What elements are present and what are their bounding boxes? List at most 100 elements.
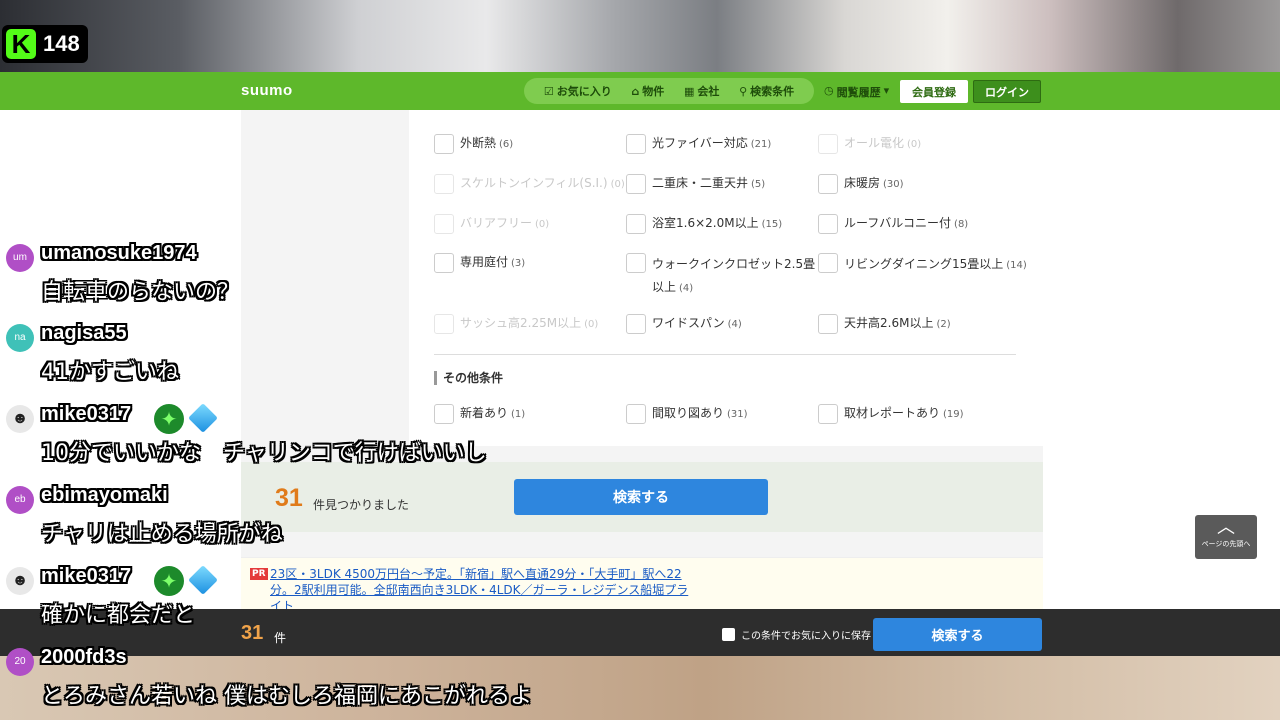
checkbox[interactable] xyxy=(626,214,646,234)
sparkle-badge-icon: ✦ xyxy=(154,404,184,434)
section-divider xyxy=(434,354,1016,355)
register-button[interactable]: 会員登録 xyxy=(900,80,968,103)
checkbox[interactable] xyxy=(818,214,838,234)
pr-badge: PR xyxy=(250,568,268,580)
stream-background-top xyxy=(0,0,1280,74)
save-condition-label: この条件でお気に入りに保存 xyxy=(741,631,871,642)
sparkle-badge-icon: ✦ xyxy=(154,566,184,596)
other-conditions-title: その他条件 xyxy=(434,371,503,385)
feature-checkbox-item[interactable]: 床暖房 (30) xyxy=(818,174,1009,194)
checkbox[interactable] xyxy=(626,134,646,154)
feature-checkbox-item: バリアフリー (0) xyxy=(434,214,625,234)
checkbox[interactable] xyxy=(818,174,838,194)
checkbox[interactable] xyxy=(818,404,838,424)
chat-text: 41かすごいね xyxy=(41,360,179,385)
feature-label: ワイドスパン (4) xyxy=(652,316,742,330)
avatar: ☻ xyxy=(6,405,34,433)
feature-checkbox-item[interactable]: 二重床・二重天井 (5) xyxy=(626,174,817,194)
history-menu[interactable]: ◷ 閲覧履歴 ▾ xyxy=(824,84,889,100)
kick-logo-icon: K xyxy=(6,29,36,59)
avatar: na xyxy=(6,324,34,352)
checkbox[interactable] xyxy=(434,404,454,424)
cube-badge-icon xyxy=(188,403,219,434)
checkbox[interactable] xyxy=(818,253,838,273)
nav-companies[interactable]: ▦ 会社 xyxy=(684,83,719,99)
search-icon: ⚲ xyxy=(739,84,748,98)
feature-checkbox-item[interactable]: リビングダイニング15畳以上 (14) xyxy=(818,253,1034,277)
login-button[interactable]: ログイン xyxy=(973,80,1041,103)
nav-label: お気に入り xyxy=(556,85,612,98)
scroll-to-top-button[interactable]: ︿ ページの先頭へ xyxy=(1195,515,1257,559)
result-bar: 31 件見つかりました 検索する xyxy=(241,462,1043,532)
pr-ad-box: PR 23区・3LDK 4500万円台～予定。「新宿」駅へ直通29分・「大手町」… xyxy=(241,557,1043,617)
chat-text: 確かに都会だと xyxy=(41,603,196,628)
building-icon: ▦ xyxy=(683,84,695,98)
avatar: ☻ xyxy=(6,567,34,595)
feature-checkbox-item[interactable]: ウォークインクロゼット2.5畳以上 (4) xyxy=(626,253,820,300)
chat-username: 2000fd3s xyxy=(41,646,127,668)
bottom-result-count: 31 xyxy=(241,622,264,644)
search-button[interactable]: 検索する xyxy=(514,479,768,515)
checkbox[interactable] xyxy=(626,253,646,273)
feature-label: 二重床・二重天井 (5) xyxy=(652,176,766,190)
viewer-count: 148 xyxy=(43,31,80,56)
checkbox[interactable] xyxy=(626,314,646,334)
chat-text: 自転車のらないの？ xyxy=(41,280,240,305)
feature-label: 取材レポートあり (19) xyxy=(844,406,964,420)
checkbox xyxy=(434,174,454,194)
nav-properties[interactable]: ⌂ 物件 xyxy=(631,83,664,99)
feature-checkbox-item[interactable]: 浴室1.6×2.0M以上 (15) xyxy=(626,214,817,234)
result-count: 31 xyxy=(275,484,303,512)
chat-username: mike0317 xyxy=(41,403,132,425)
checkbox-icon: ☑ xyxy=(543,84,554,98)
feature-checkbox-item[interactable]: 天井高2.6M以上 (2) xyxy=(818,314,1009,334)
pr-ad-link[interactable]: 23区・3LDK 4500万円台～予定。「新宿」駅へ直通29分・「大手町」駅へ2… xyxy=(270,566,690,614)
chevron-up-icon: ︿ xyxy=(1217,517,1235,538)
other-checkbox-item[interactable]: 新着あり (1) xyxy=(434,404,625,424)
checkbox xyxy=(818,134,838,154)
feature-checkbox-item[interactable]: 専用庭付 (3) xyxy=(434,253,625,273)
checkbox[interactable] xyxy=(818,314,838,334)
site-logo[interactable]: suumo xyxy=(241,82,293,99)
nav-label: 会社 xyxy=(697,85,720,98)
nav-search-conditions[interactable]: ⚲ 検索条件 xyxy=(739,83,794,99)
cube-badge-icon xyxy=(188,565,219,596)
feature-label: リビングダイニング15畳以上 (14) xyxy=(844,257,1027,271)
feature-label: 専用庭付 (3) xyxy=(460,255,526,269)
feature-label: 間取り図あり (31) xyxy=(652,406,748,420)
feature-checkbox-item[interactable]: 外断熱 (6) xyxy=(434,134,625,154)
checkbox[interactable] xyxy=(626,174,646,194)
checkbox[interactable] xyxy=(434,134,454,154)
chat-username: mike0317 xyxy=(41,565,132,587)
avatar: um xyxy=(6,244,34,272)
avatar: eb xyxy=(6,486,34,514)
checkbox[interactable] xyxy=(434,253,454,273)
feature-checkbox-item[interactable]: 光ファイバー対応 (21) xyxy=(626,134,817,154)
nav-favorites[interactable]: ☑ お気に入り xyxy=(544,83,612,99)
feature-label: 浴室1.6×2.0M以上 (15) xyxy=(652,216,783,230)
other-checkbox-item[interactable]: 取材レポートあり (19) xyxy=(818,404,1009,424)
feature-checkbox-item: スケルトンインフィル(S.I.) (0) xyxy=(434,174,625,194)
other-checkbox-item[interactable]: 間取り図あり (31) xyxy=(626,404,817,424)
bottom-search-button[interactable]: 検索する xyxy=(873,618,1042,651)
feature-checkbox-item[interactable]: ルーフバルコニー付 (8) xyxy=(818,214,1009,234)
search-conditions-panel: 外断熱 (6) 光ファイバー対応 (21) オール電化 (0) スケルトンインフィル(… xyxy=(241,110,1043,617)
feature-checkbox-item: オール電化 (0) xyxy=(818,134,1009,154)
feature-label: ウォークインクロゼット2.5畳以上 (4) xyxy=(652,257,816,294)
chat-text: 10分でいいかな チャリンコで行けばいいし xyxy=(41,441,487,466)
feature-checkbox-item[interactable]: ワイドスパン (4) xyxy=(626,314,817,334)
header-nav: ☑ お気に入り ⌂ 物件 ▦ 会社 ⚲ 検索条件 xyxy=(524,78,814,104)
feature-label: ルーフバルコニー付 (8) xyxy=(844,216,969,230)
checkbox xyxy=(434,214,454,234)
feature-label: 新着あり (1) xyxy=(460,406,526,420)
feature-label: 床暖房 (30) xyxy=(844,176,904,190)
nav-label: 物件 xyxy=(642,85,665,98)
scroll-to-top-label: ページの先頭へ xyxy=(1201,540,1251,548)
checkbox[interactable] xyxy=(626,404,646,424)
nav-label: 検索条件 xyxy=(750,85,795,98)
viewer-badge: K 148 xyxy=(2,25,88,63)
feature-checkbox-item: サッシュ高2.25M以上 (0) xyxy=(434,314,625,334)
chat-text: とろみさん若いね 僕はむしろ福岡にあこがれるよ xyxy=(41,684,532,709)
save-condition-checkbox[interactable] xyxy=(722,628,735,641)
feature-label: 外断熱 (6) xyxy=(460,136,514,150)
